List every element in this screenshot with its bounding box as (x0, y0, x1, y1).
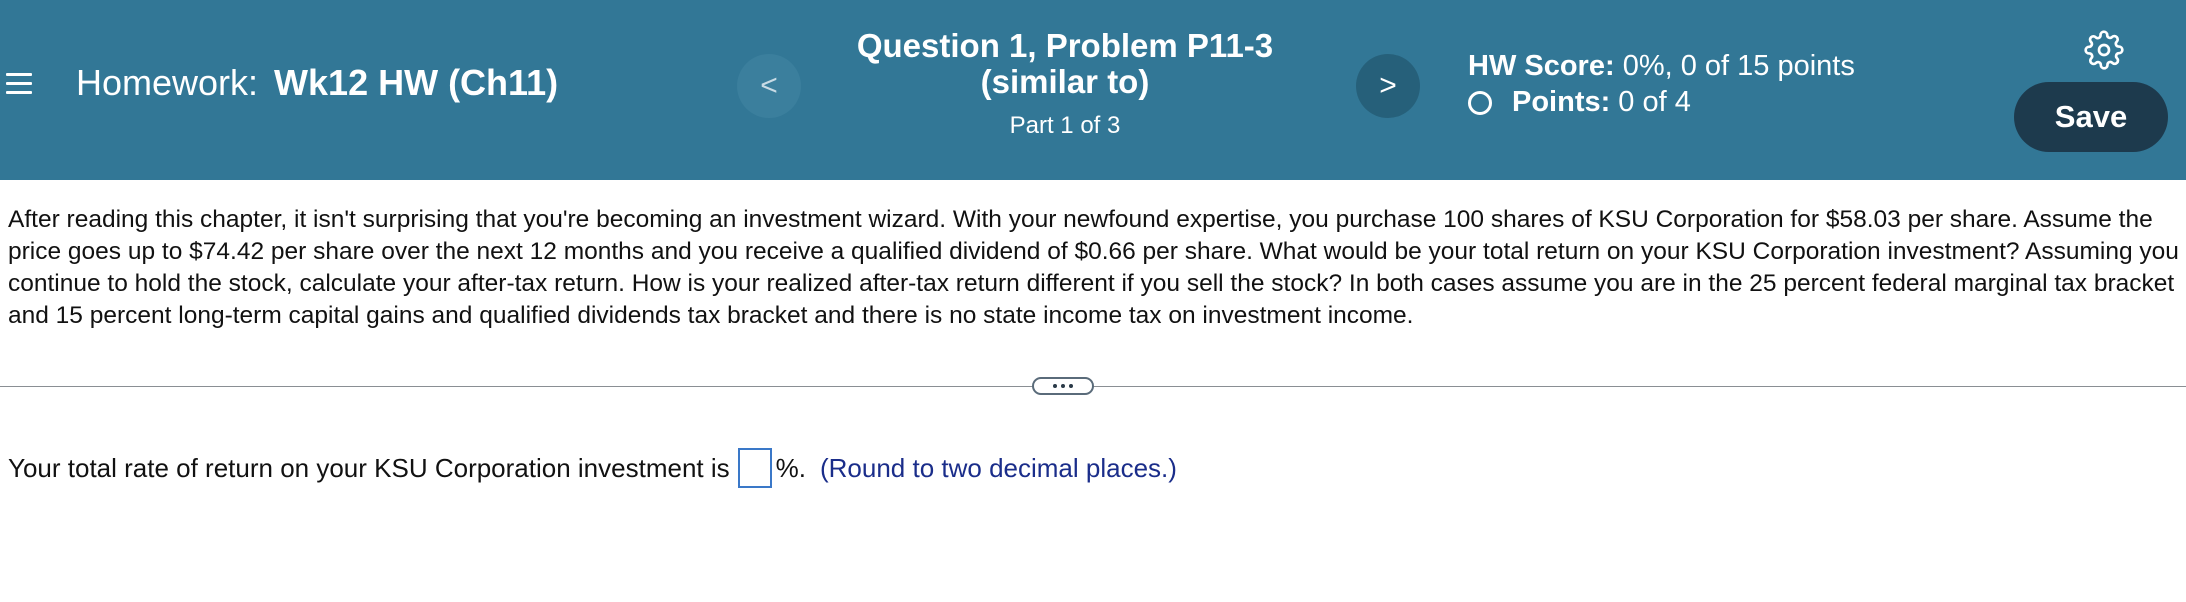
homework-title: Homework: Wk12 HW (Ch11) (76, 62, 558, 104)
top-header: Homework: Wk12 HW (Ch11) < Question 1, Pr… (0, 0, 2186, 180)
circle-icon (1468, 90, 1492, 115)
question-title-line2: (similar to) (980, 63, 1150, 100)
hw-score: HW Score: 0%, 0 of 15 points (1468, 50, 1855, 83)
next-question-button[interactable]: > (1356, 54, 1420, 118)
homework-label: Homework: (76, 62, 259, 103)
answer-input[interactable] (737, 448, 772, 488)
answer-prefix: Your total rate of return on your KSU Co… (8, 452, 730, 483)
hw-score-label: HW Score: (1468, 50, 1615, 82)
rounding-hint: (Round to two decimal places.) (819, 452, 1177, 483)
question-info: Question 1, Problem P11-3 (similar to) P… (820, 28, 1310, 140)
question-title-line1: Question 1, Problem P11-3 (856, 27, 1274, 64)
previous-question-button[interactable]: < (737, 54, 801, 118)
points-value: 0 of 4 (1618, 86, 1691, 118)
hw-score-value: 0%, 0 of 15 points (1622, 50, 1855, 82)
save-button[interactable]: Save (2014, 82, 2168, 152)
problem-statement: After reading this chapter, it isn't sur… (8, 206, 2179, 329)
question-part: Part 1 of 3 (1009, 112, 1121, 139)
chevron-right-icon: > (1379, 69, 1397, 102)
answer-suffix: %. (775, 452, 806, 483)
menu-icon[interactable] (4, 68, 34, 98)
points-label: Points: (1512, 86, 1611, 118)
answer-line: Your total rate of return on your KSU Co… (8, 448, 1177, 488)
chevron-left-icon: < (760, 69, 778, 102)
points-status: Points: 0 of 4 (1468, 86, 1691, 119)
more-dots-icon[interactable] (1032, 377, 1094, 395)
gear-icon[interactable] (2084, 30, 2124, 70)
homework-name: Wk12 HW (Ch11) (274, 62, 559, 103)
